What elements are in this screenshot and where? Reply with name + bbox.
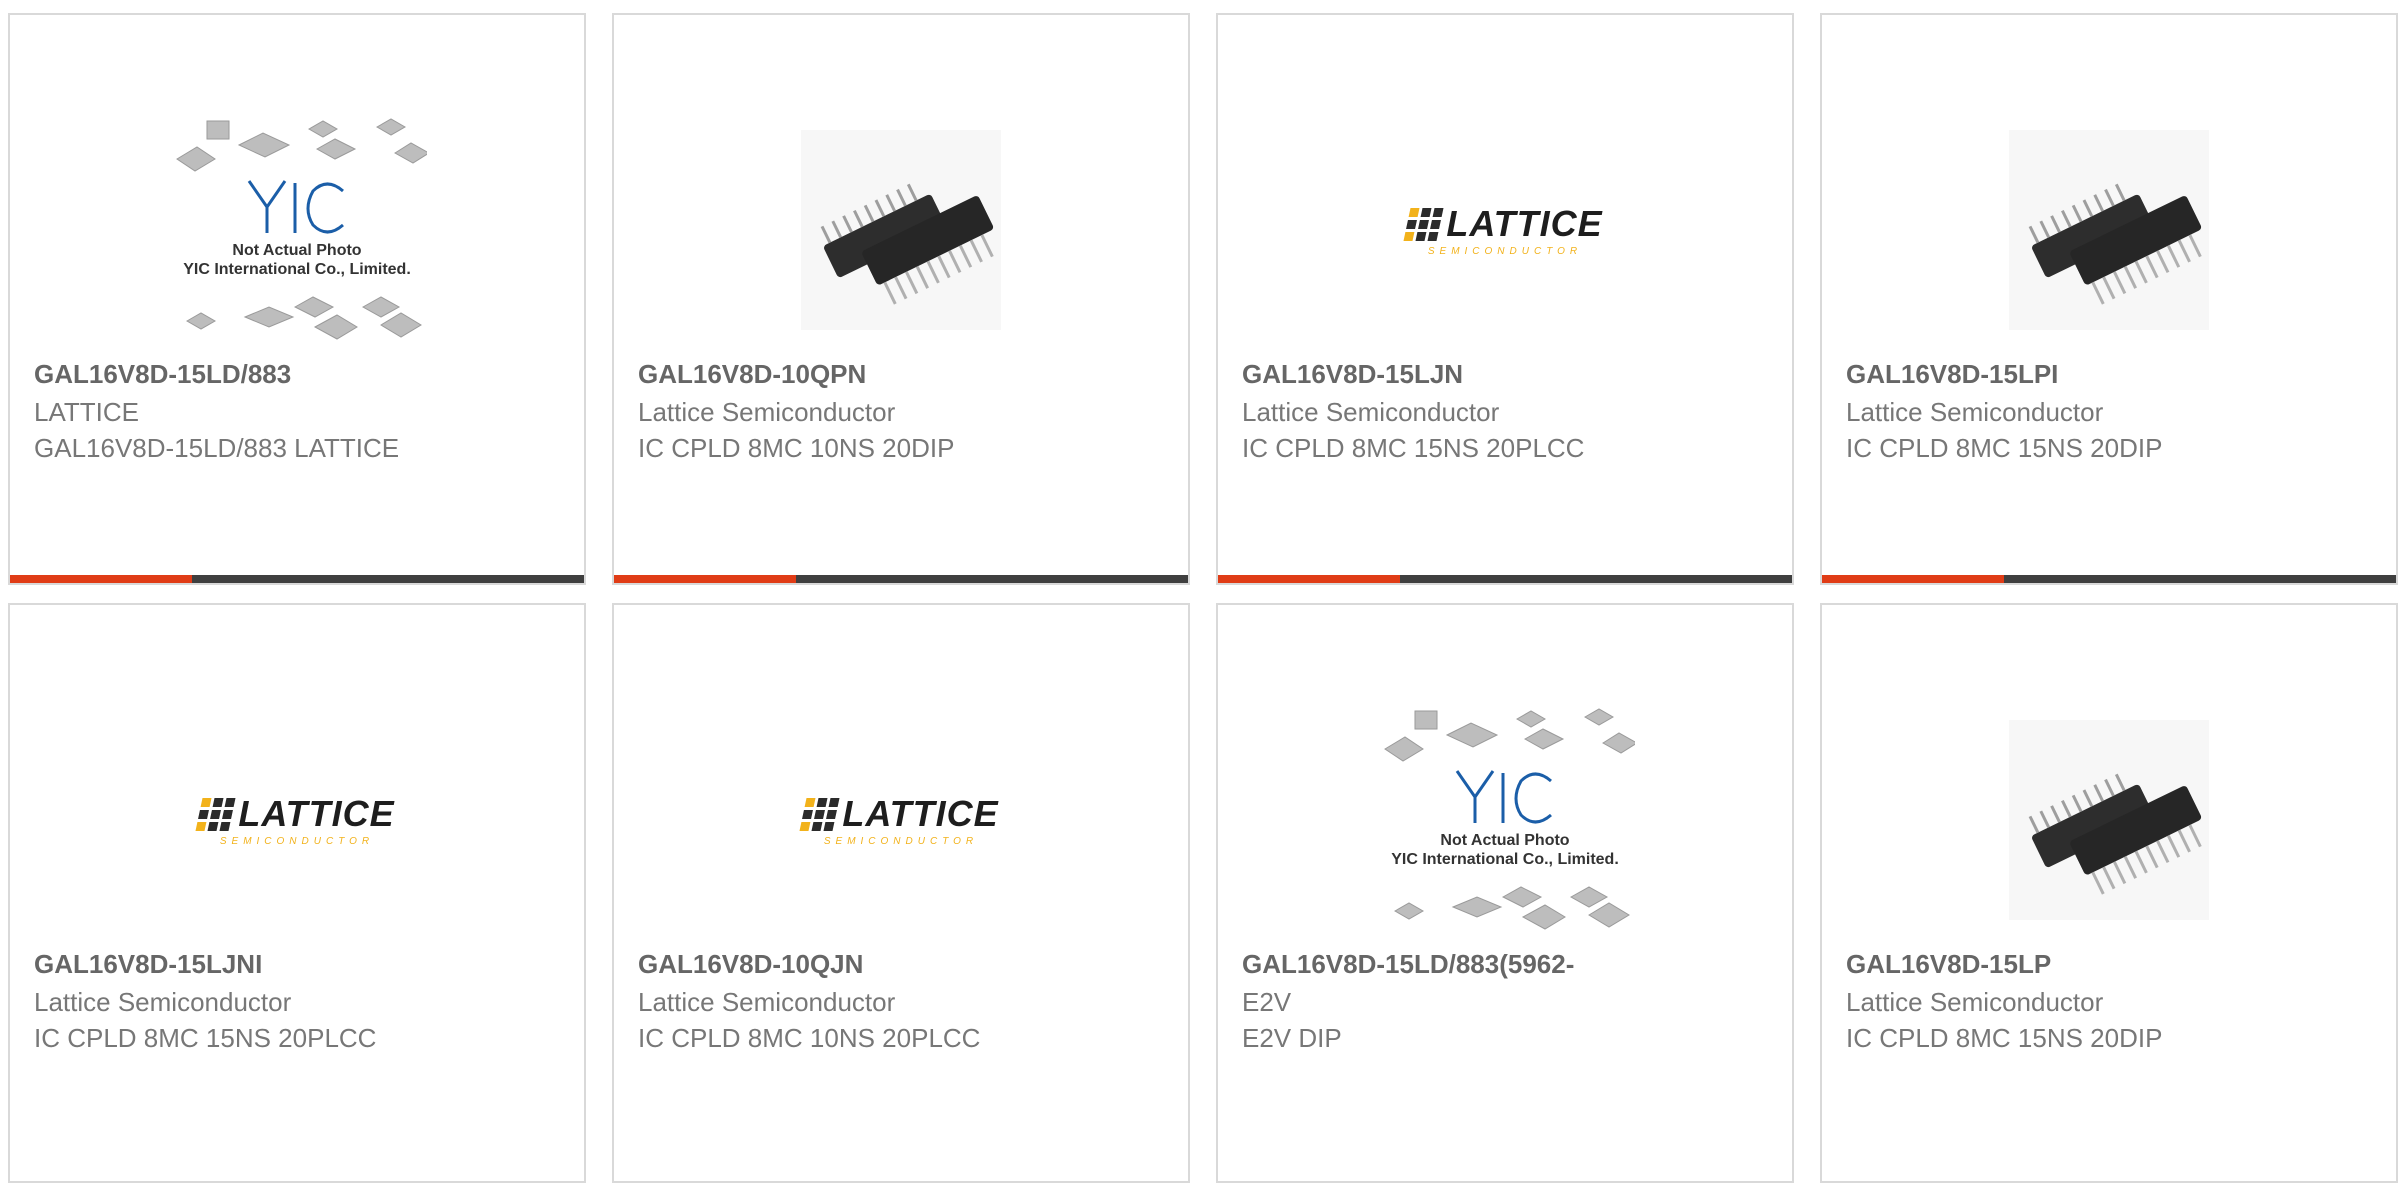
dip-chip-image [801, 130, 1001, 330]
component-packages-image [176, 118, 427, 340]
card-bottom-bar [1822, 575, 2396, 583]
manufacturer: LATTICE [34, 397, 139, 427]
description: IC CPLD 8MC 15NS 20DIP [1846, 433, 2163, 463]
part-number[interactable]: GAL16V8D-15LP [1846, 949, 2051, 980]
product-card[interactable]: GAL16V8D-15LP Lattice Semiconductor IC C… [1820, 603, 2398, 1183]
placeholder-line-2: YIC International Co., Limited. [183, 261, 411, 278]
product-image[interactable] [614, 95, 1188, 365]
manufacturer: Lattice Semiconductor [1846, 987, 2104, 1017]
description: GAL16V8D-15LD/883 LATTICE [34, 433, 400, 463]
dip-chip-image [2009, 130, 2209, 330]
card-bottom-bar [614, 575, 1188, 583]
card-bar-accent [10, 575, 192, 583]
lattice-subtitle: SEMICONDUCTOR [1427, 246, 1583, 257]
description: IC CPLD 8MC 15NS 20PLCC [34, 1023, 377, 1053]
part-number[interactable]: GAL16V8D-15LJN [1242, 359, 1463, 390]
not-actual-photo-placeholder: Not Actual Photo YIC International Co., L… [1375, 701, 1635, 939]
part-number[interactable]: GAL16V8D-10QPN [638, 359, 866, 390]
manufacturer: Lattice Semiconductor [1242, 397, 1500, 427]
placeholder-line-2: YIC International Co., Limited. [1391, 851, 1619, 868]
card-bar-accent [614, 575, 796, 583]
placeholder-caption: Not Actual Photo YIC International Co., L… [1391, 831, 1619, 869]
description: E2V DIP [1242, 1023, 1342, 1053]
product-image[interactable]: Not Actual Photo YIC International Co., L… [10, 95, 584, 365]
manufacturer: Lattice Semiconductor [1846, 397, 2104, 427]
product-card[interactable]: GAL16V8D-10QPN Lattice Semiconductor IC … [612, 13, 1190, 585]
description: IC CPLD 8MC 10NS 20DIP [638, 433, 955, 463]
card-bar-accent [1218, 575, 1400, 583]
product-image[interactable] [1822, 685, 2396, 955]
lattice-wordmark: LATTICE [238, 793, 395, 834]
lattice-logo: LATTICE SEMICONDUCTOR [799, 793, 999, 847]
lattice-subtitle: SEMICONDUCTOR [219, 836, 375, 847]
manufacturer: E2V [1242, 987, 1292, 1017]
product-image[interactable]: Not Actual Photo YIC International Co., L… [1218, 685, 1792, 955]
lattice-wordmark: LATTICE [1446, 203, 1603, 244]
part-number[interactable]: GAL16V8D-15LD/883(5962- [1242, 949, 1574, 980]
placeholder-caption: Not Actual Photo YIC International Co., L… [183, 241, 411, 279]
product-card[interactable]: Not Actual Photo YIC International Co., L… [1216, 603, 1794, 1183]
card-bottom-bar [10, 575, 584, 583]
product-image[interactable]: LATTICE SEMICONDUCTOR [10, 685, 584, 955]
product-image[interactable]: LATTICE SEMICONDUCTOR [614, 685, 1188, 955]
description: IC CPLD 8MC 10NS 20PLCC [638, 1023, 981, 1053]
lattice-squares-icon [1403, 207, 1444, 241]
product-card[interactable]: GAL16V8D-15LPI Lattice Semiconductor IC … [1820, 13, 2398, 585]
card-bottom-bar [1218, 575, 1792, 583]
card-bar-accent [1822, 575, 2004, 583]
lattice-wordmark: LATTICE [842, 793, 999, 834]
lattice-subtitle: SEMICONDUCTOR [823, 836, 979, 847]
product-image[interactable]: LATTICE SEMICONDUCTOR [1218, 95, 1792, 365]
manufacturer: Lattice Semiconductor [638, 397, 896, 427]
description: IC CPLD 8MC 15NS 20DIP [1846, 1023, 2163, 1053]
placeholder-line-1: Not Actual Photo [232, 242, 362, 259]
manufacturer: Lattice Semiconductor [638, 987, 896, 1017]
not-actual-photo-placeholder: Not Actual Photo YIC International Co., L… [167, 111, 427, 349]
lattice-squares-icon [195, 797, 236, 831]
product-card[interactable]: LATTICE SEMICONDUCTOR GAL16V8D-10QJN Lat… [612, 603, 1190, 1183]
dip-chip-image [2009, 720, 2209, 920]
description: IC CPLD 8MC 15NS 20PLCC [1242, 433, 1585, 463]
product-card[interactable]: LATTICE SEMICONDUCTOR GAL16V8D-15LJNI La… [8, 603, 586, 1183]
part-number[interactable]: GAL16V8D-15LPI [1846, 359, 2058, 390]
part-number[interactable]: GAL16V8D-15LD/883 [34, 359, 291, 390]
manufacturer: Lattice Semiconductor [34, 987, 292, 1017]
placeholder-line-1: Not Actual Photo [1440, 832, 1570, 849]
part-number[interactable]: GAL16V8D-15LJNI [34, 949, 262, 980]
product-card[interactable]: Not Actual Photo YIC International Co., L… [8, 13, 586, 585]
lattice-logo: LATTICE SEMICONDUCTOR [1403, 203, 1603, 257]
lattice-squares-icon [799, 797, 840, 831]
lattice-logo: LATTICE SEMICONDUCTOR [195, 793, 395, 847]
component-packages-image [1384, 708, 1635, 930]
product-card[interactable]: LATTICE SEMICONDUCTOR GAL16V8D-15LJN Lat… [1216, 13, 1794, 585]
part-number[interactable]: GAL16V8D-10QJN [638, 949, 863, 980]
product-image[interactable] [1822, 95, 2396, 365]
